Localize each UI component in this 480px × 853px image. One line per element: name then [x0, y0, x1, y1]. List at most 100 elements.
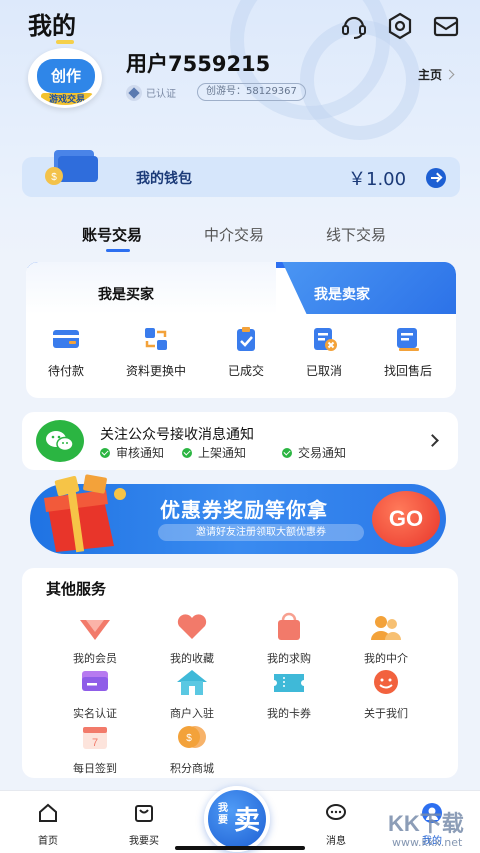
check-icon: [182, 447, 192, 458]
nav-label: 首页: [38, 836, 58, 847]
message-envelope-icon[interactable]: [432, 12, 460, 40]
tab-agent-trade[interactable]: 中介交易: [204, 224, 264, 245]
chevron-right-icon: [444, 69, 455, 80]
service-label: 我的卡券: [267, 707, 311, 720]
customer-service-icon[interactable]: [340, 12, 368, 40]
calendar-icon: 7: [83, 727, 107, 749]
wallet-label: 我的钱包: [136, 171, 192, 187]
banner-title: 优惠券奖励等你拿: [160, 498, 328, 522]
buyer-label: 我是买家: [98, 287, 154, 303]
card-payment-icon: [53, 330, 79, 348]
service-my-membership[interactable]: 我的会员: [55, 612, 135, 666]
notice-tag-label: 审核通知: [116, 446, 165, 460]
sell-small-label: 我要: [218, 803, 228, 826]
home-icon: [39, 803, 57, 822]
id-card-icon: [82, 671, 108, 691]
edit-document-icon: [397, 328, 419, 351]
services-title: 其他服务: [46, 580, 107, 598]
service-label: 我的中介: [364, 652, 408, 665]
service-about-us[interactable]: 关于我们: [346, 667, 426, 721]
service-merchant-join[interactable]: 商户入驻: [152, 667, 232, 721]
notice-tag-label: 交易通知: [298, 446, 347, 460]
sell-button[interactable]: 我要 卖: [204, 786, 270, 852]
page-title: 我的: [28, 12, 76, 40]
svg-text:7: 7: [92, 737, 98, 749]
trade-card: 我是买家 我是卖家 待付款 资料更换中 已成交 已取消 找回售后: [26, 262, 456, 398]
service-my-agent[interactable]: 我的中介: [346, 612, 426, 666]
service-my-favorites[interactable]: 我的收藏: [152, 612, 232, 666]
avatar-logo-sub: 游戏交易: [41, 93, 93, 105]
gift-box-icon: [44, 474, 126, 553]
shopping-bag-icon: [278, 612, 300, 640]
swap-icon: [145, 328, 167, 350]
trade-item-label: 已成交: [227, 364, 264, 378]
heart-icon: [177, 614, 207, 639]
nav-label: 我要买: [129, 836, 159, 847]
service-label: 关于我们: [364, 707, 408, 720]
service-my-coupons[interactable]: 我的卡券: [249, 667, 329, 721]
service-daily-checkin[interactable]: 7 每日签到: [55, 722, 135, 776]
watermark-logo: KK下载: [388, 811, 464, 836]
svg-text:$: $: [186, 733, 192, 744]
service-label: 积分商城: [170, 762, 214, 775]
verified-badge: 已认证: [126, 84, 176, 101]
trade-item-label: 资料更换中: [125, 364, 186, 378]
trade-item-label: 找回售后: [383, 364, 432, 378]
avatar[interactable]: 创作 游戏交易: [28, 48, 102, 108]
tab-offline-trade[interactable]: 线下交易: [326, 224, 386, 245]
coins-icon: $: [178, 726, 206, 748]
svg-text:$: $: [51, 172, 57, 183]
service-label: 我的会员: [73, 652, 117, 665]
trade-type-tabs: 账号交易 中介交易 线下交易: [0, 224, 480, 254]
homepage-label: 主页: [418, 68, 443, 82]
arrow-right-icon[interactable]: [426, 168, 446, 188]
service-my-requests[interactable]: 我的求购: [249, 612, 329, 666]
trade-item-label: 已取消: [305, 364, 342, 378]
service-label: 实名认证: [73, 707, 117, 720]
chat-bubble-icon: [326, 804, 346, 820]
user-id-chip: 创游号：58129367: [197, 83, 306, 101]
trade-item-info-changing[interactable]: 资料更换中: [116, 326, 196, 379]
wallet-amount: ￥1.00: [348, 169, 407, 190]
banner-go-button[interactable]: GO: [372, 491, 440, 547]
notice-tag: 上架通知: [182, 444, 246, 461]
service-points-mall[interactable]: $ 积分商城: [152, 722, 232, 776]
tab-underline: [106, 249, 130, 252]
service-label: 商户入驻: [170, 707, 214, 720]
trade-item-pending-payment[interactable]: 待付款: [26, 326, 106, 379]
check-icon: [282, 447, 292, 458]
nav-messages[interactable]: 消息: [306, 802, 366, 847]
username: 用户7559215: [126, 52, 271, 76]
avatar-logo-text: 创作: [37, 59, 95, 93]
house-icon: [177, 670, 207, 695]
trade-item-cancelled[interactable]: 已取消: [284, 326, 364, 379]
notice-title: 关注公众号接收消息通知: [100, 427, 254, 443]
trade-item-label: 待付款: [47, 364, 84, 378]
nav-buy[interactable]: 我要买: [114, 802, 174, 847]
diamond-icon: [126, 84, 142, 101]
notice-tag: 审核通知: [100, 444, 164, 461]
nav-home[interactable]: 首页: [18, 802, 78, 847]
homepage-link[interactable]: 主页: [418, 66, 455, 83]
seller-label: 我是卖家: [314, 287, 370, 303]
wechat-icon: [36, 420, 84, 462]
trade-item-completed[interactable]: 已成交: [206, 326, 286, 379]
smiley-icon: [374, 670, 398, 694]
avatar-halo: [56, 40, 74, 44]
tab-account-trade[interactable]: 账号交易: [82, 224, 142, 245]
shopping-bag-icon: [135, 805, 153, 822]
watermark-url: www.kkx.net: [392, 836, 463, 849]
nav-label: 消息: [326, 836, 346, 847]
service-label: 我的求购: [267, 652, 311, 665]
wallet-icon: $: [45, 150, 98, 185]
document-cancel-icon: [314, 328, 337, 351]
notice-tag: 交易通知: [282, 444, 346, 461]
settings-icon[interactable]: [386, 12, 414, 40]
membership-icon: [80, 620, 110, 640]
verified-label: 已认证: [146, 89, 176, 100]
check-icon: [100, 447, 110, 458]
users-icon: [371, 616, 401, 640]
trade-item-after-sales[interactable]: 找回售后: [368, 326, 448, 379]
sell-big-label: 卖: [234, 806, 261, 836]
service-real-name-auth[interactable]: 实名认证: [55, 667, 135, 721]
